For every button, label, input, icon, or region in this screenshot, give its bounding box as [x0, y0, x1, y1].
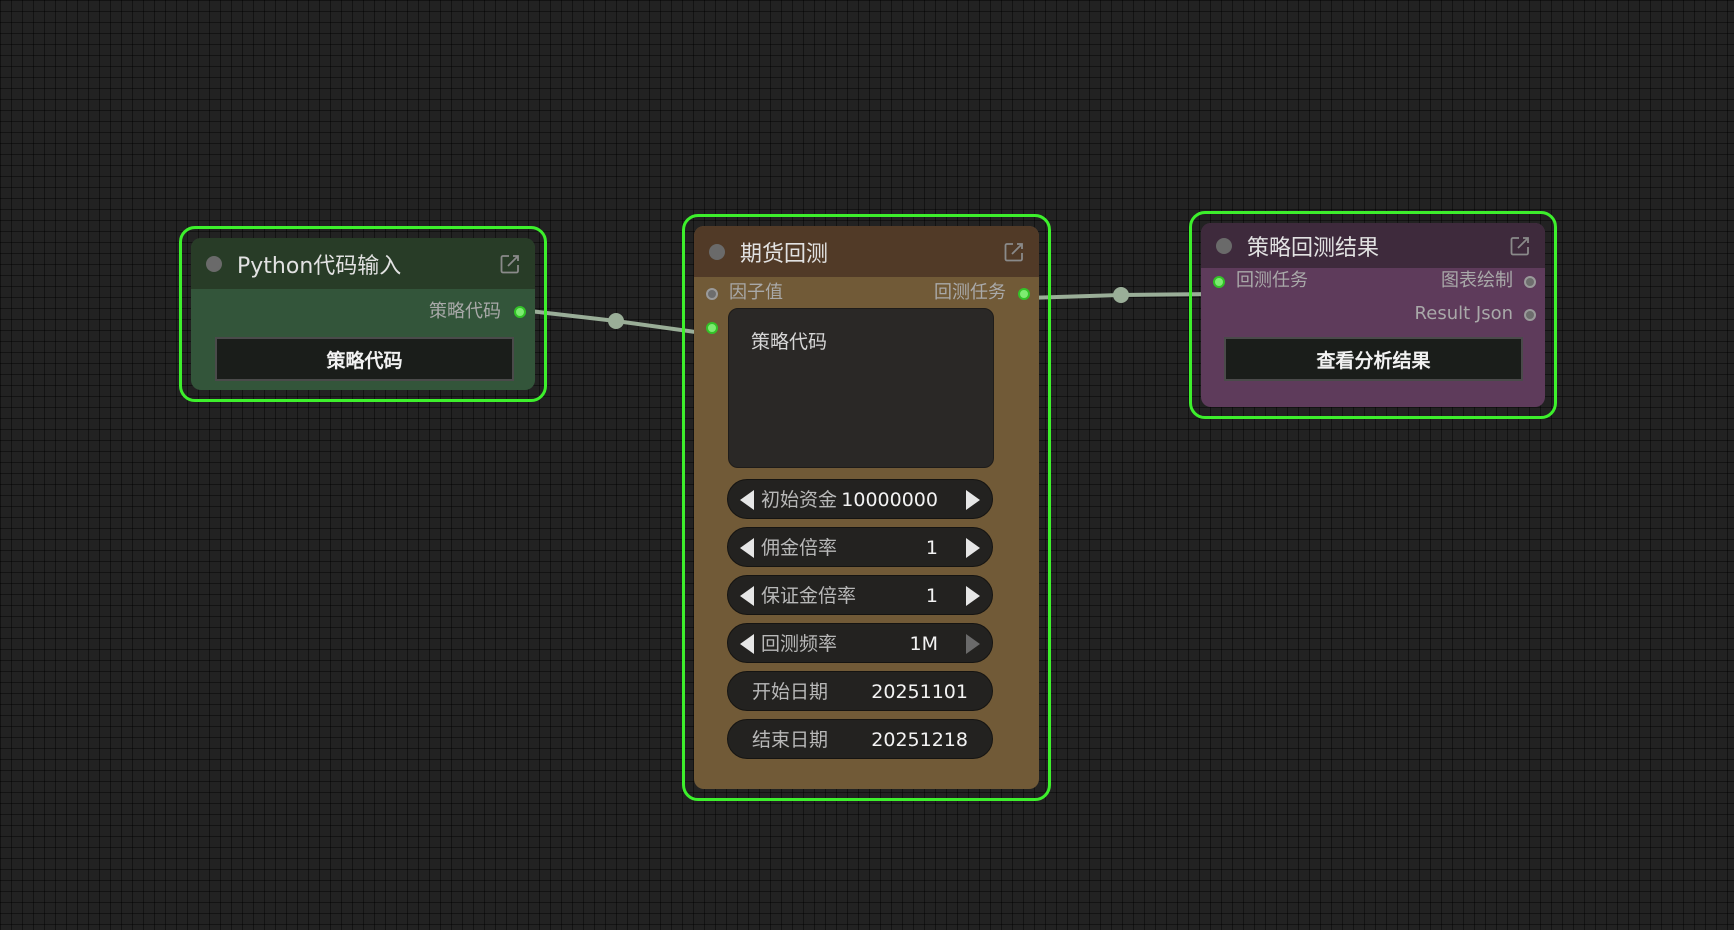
- input-port-factor-value[interactable]: [706, 288, 718, 300]
- link-midpoint-handle[interactable]: [1113, 287, 1129, 303]
- margin-ratio-widget[interactable]: 保证金倍率 1: [727, 575, 993, 615]
- node-title: 期货回测: [740, 241, 829, 267]
- input-label-factor-value: 因子值: [729, 282, 783, 303]
- edit-icon[interactable]: [1509, 235, 1531, 257]
- widget-value: 10000000: [841, 489, 938, 511]
- output-port-result-json[interactable]: [1524, 309, 1536, 321]
- commission-ratio-widget[interactable]: 佣金倍率 1: [727, 527, 993, 567]
- previous-option-arrow-icon[interactable]: [740, 634, 754, 654]
- widget-value: 20251218: [871, 729, 968, 751]
- widget-label: 回测频率: [761, 633, 838, 655]
- output-label-backtest-task: 回测任务: [934, 282, 1006, 303]
- collapse-dot[interactable]: [709, 243, 725, 260]
- increment-arrow-icon[interactable]: [966, 490, 980, 510]
- widget-label: 结束日期: [752, 729, 829, 751]
- node-title: 策略回测结果: [1247, 235, 1380, 261]
- backtest-frequency-combo[interactable]: 回测频率 1M: [727, 623, 993, 663]
- output-label-chart-drawing: 图表绘制: [1441, 270, 1513, 291]
- node-title: Python代码输入: [237, 253, 402, 279]
- collapse-dot[interactable]: [206, 255, 222, 272]
- futures-backtest-node[interactable]: 期货回测 因子值 回测任务 策略代码 初始资金 10000000 佣金倍率 1: [682, 214, 1051, 801]
- output-label-result-json: Result Json: [1414, 303, 1513, 324]
- increment-arrow-icon[interactable]: [966, 586, 980, 606]
- link-midpoint-handle[interactable]: [608, 313, 624, 329]
- increment-arrow-icon[interactable]: [966, 538, 980, 558]
- input-port-strategy-code[interactable]: [706, 322, 718, 334]
- widget-value: 1: [925, 537, 938, 559]
- widget-value: 1M: [909, 633, 938, 655]
- node-title-bar[interactable]: 期货回测: [694, 226, 1039, 277]
- node-title-bar[interactable]: Python代码输入: [191, 238, 535, 289]
- widget-label: 开始日期: [752, 681, 829, 703]
- end-date-widget[interactable]: 结束日期 20251218: [727, 719, 993, 759]
- strategy-backtest-result-node[interactable]: 策略回测结果 回测任务 图表绘制 Result Json 查看分析结果: [1189, 211, 1557, 419]
- output-port-chart-drawing[interactable]: [1524, 276, 1536, 288]
- node-title-bar[interactable]: 策略回测结果: [1201, 223, 1545, 268]
- edit-icon[interactable]: [499, 253, 521, 275]
- view-analysis-result-button[interactable]: 查看分析结果: [1224, 337, 1523, 381]
- input-port-backtest-task[interactable]: [1213, 276, 1225, 288]
- widget-label: 佣金倍率: [761, 537, 838, 559]
- start-date-widget[interactable]: 开始日期 20251101: [727, 671, 993, 711]
- initial-capital-widget[interactable]: 初始资金 10000000: [727, 479, 993, 519]
- decrement-arrow-icon[interactable]: [740, 538, 754, 558]
- output-port-backtest-task[interactable]: [1018, 288, 1030, 300]
- output-port-strategy-code[interactable]: [514, 306, 526, 318]
- decrement-arrow-icon[interactable]: [740, 586, 754, 606]
- input-label-backtest-task: 回测任务: [1236, 270, 1308, 291]
- strategy-code-button[interactable]: 策略代码: [215, 337, 514, 381]
- python-code-input-node[interactable]: Python代码输入 策略代码 策略代码: [179, 226, 547, 402]
- widget-label: 初始资金: [761, 489, 838, 511]
- output-label-strategy-code: 策略代码: [429, 301, 501, 322]
- edit-icon[interactable]: [1003, 241, 1025, 263]
- collapse-dot[interactable]: [1216, 237, 1232, 254]
- widget-value: 1: [925, 585, 938, 607]
- strategy-code-textarea[interactable]: 策略代码: [728, 308, 994, 468]
- widget-value: 20251101: [871, 681, 968, 703]
- widget-label: 保证金倍率: [761, 585, 857, 607]
- next-option-arrow-icon[interactable]: [966, 634, 980, 654]
- decrement-arrow-icon[interactable]: [740, 490, 754, 510]
